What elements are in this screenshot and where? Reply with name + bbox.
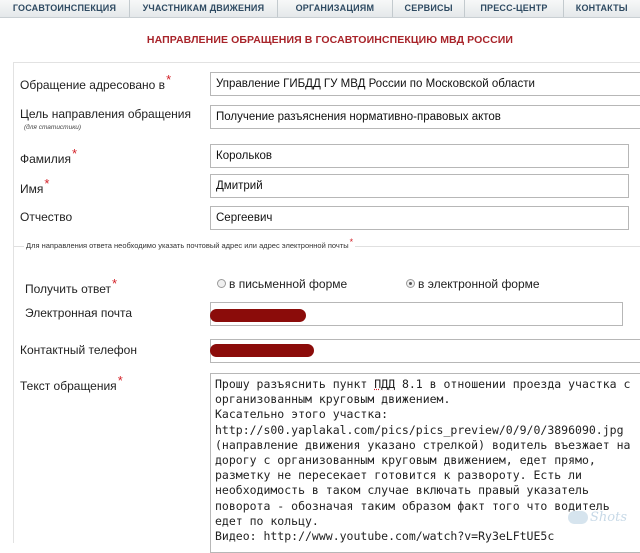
required-mark: *	[44, 176, 50, 191]
reply-legend: Для направления ответа необходимо указат…	[24, 237, 356, 250]
purpose-sublabel: (для статистики)	[24, 124, 82, 131]
surname-label: Фамилия*	[20, 146, 78, 166]
required-mark: *	[112, 276, 118, 291]
name-input[interactable]: Дмитрий	[210, 174, 629, 198]
patronymic-label: Отчество	[20, 210, 73, 224]
radio-dot-selected	[406, 279, 415, 289]
surname-input[interactable]: Корольков	[210, 144, 629, 168]
patronymic-input[interactable]: Сергеевич	[210, 206, 629, 230]
required-mark: *	[117, 373, 123, 388]
nav-item-services[interactable]: СЕРВИСЫ	[393, 0, 466, 17]
reply-fieldset: Для направления ответа необходимо указат…	[14, 237, 640, 349]
message-textarea[interactable]: Прошу разъяснить пункт ПДД 8.1 в отношен…	[210, 373, 640, 553]
required-mark: *	[349, 237, 354, 247]
radio-dot	[217, 279, 226, 289]
required-mark: *	[71, 146, 78, 161]
receive-reply-label: Получить ответ*	[25, 276, 118, 296]
radio-electronic-form[interactable]: в электронной форме	[406, 277, 540, 291]
nav-item-gosavtoinspekciya[interactable]: ГОСАВТОИНСПЕКЦИЯ	[0, 0, 130, 17]
phone-label: Контактный телефон	[20, 343, 137, 357]
nav-item-contacts[interactable]: КОНТАКТЫ	[564, 0, 640, 17]
page-title: НАПРАВЛЕНИЕ ОБРАЩЕНИЯ В ГОСАВТОИНСПЕКЦИЮ…	[146, 34, 514, 46]
shots-watermark: Shots	[568, 510, 627, 525]
name-label: Имя*	[20, 176, 50, 196]
nav-item-participants[interactable]: УЧАСТНИКАМ ДВИЖЕНИЯ	[130, 0, 278, 17]
nav-item-press-center[interactable]: ПРЕСС-ЦЕНТР	[465, 0, 564, 17]
top-nav: ГОСАВТОИНСПЕКЦИЯ УЧАСТНИКАМ ДВИЖЕНИЯ ОРГ…	[0, 0, 640, 18]
email-label: Электронная почта	[25, 306, 133, 320]
redacted-email	[210, 309, 306, 322]
purpose-label: Цель направления обращения	[20, 107, 191, 121]
message-label: Текст обращения*	[20, 373, 123, 393]
radio-paper-form[interactable]: в письменной форме	[217, 277, 347, 291]
addressee-label: Обращение адресовано в*	[20, 72, 172, 92]
nav-item-organizations[interactable]: ОРГАНИЗАЦИЯМ	[278, 0, 393, 17]
purpose-select[interactable]: Получение разъяснения нормативно-правовы…	[210, 105, 640, 129]
appeal-form: Обращение адресовано в* Управление ГИБДД…	[13, 62, 640, 553]
required-mark: *	[166, 72, 172, 87]
cloud-icon	[568, 511, 588, 524]
redacted-phone	[210, 344, 314, 357]
addressee-select[interactable]: Управление ГИБДД ГУ МВД России по Москов…	[210, 72, 640, 96]
